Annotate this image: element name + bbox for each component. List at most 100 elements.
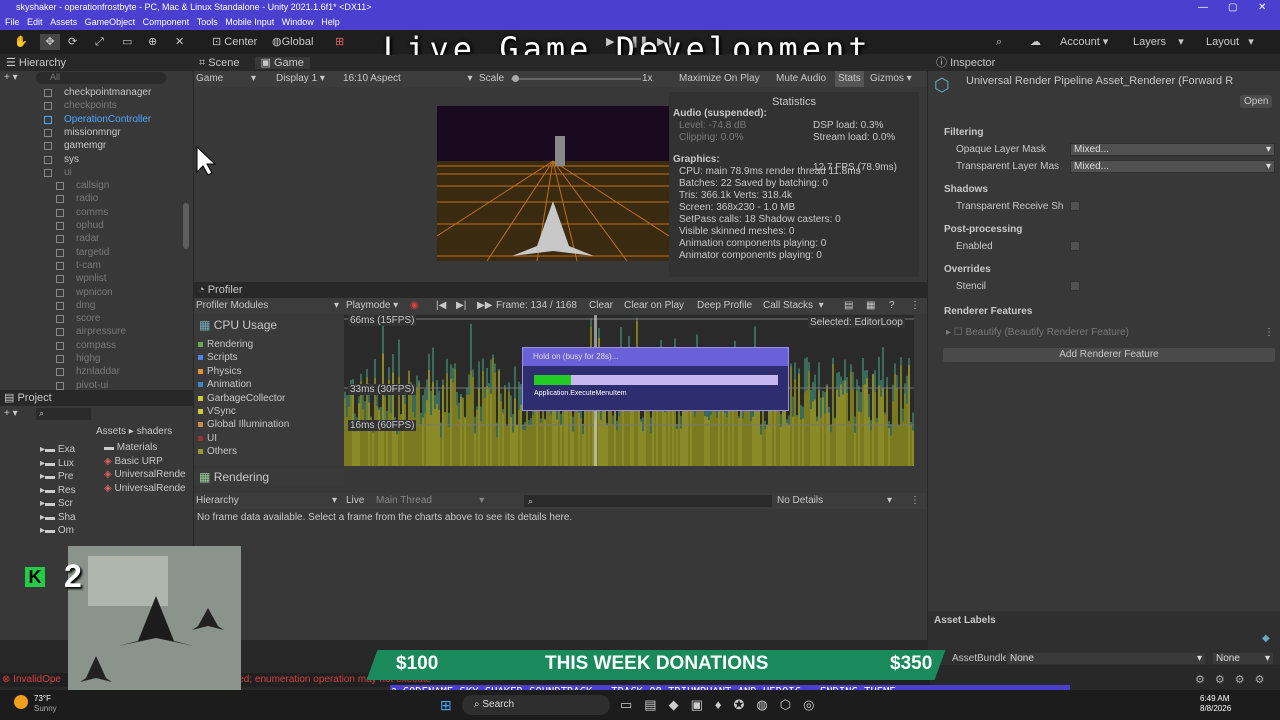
variant-dropdown[interactable]: None ▾ bbox=[1212, 652, 1274, 665]
menu-help[interactable]: Help bbox=[321, 17, 340, 27]
stats-toggle[interactable]: Stats bbox=[835, 71, 864, 87]
module-color-swatch[interactable] bbox=[198, 368, 203, 374]
gizmos-dropdown[interactable]: Gizmos ▾ bbox=[870, 71, 912, 87]
rotate-tool-icon[interactable]: ⟳ bbox=[68, 34, 77, 50]
scale-slider[interactable] bbox=[511, 78, 641, 80]
hierarchy-scrollbar[interactable] bbox=[183, 203, 189, 249]
module-color-swatch[interactable] bbox=[198, 435, 203, 441]
hierarchy-item[interactable]: checkpoints bbox=[64, 100, 117, 111]
project-folder-item[interactable]: ▸▬ Om bbox=[40, 525, 74, 536]
hierarchy-item[interactable]: compass bbox=[76, 340, 116, 351]
details-dropdown[interactable]: No Details bbox=[777, 493, 823, 509]
add-renderer-feature-button[interactable]: Add Renderer Feature bbox=[943, 348, 1275, 362]
hierarchy-item[interactable]: checkpointmanager bbox=[64, 87, 151, 98]
open-button[interactable]: Open bbox=[1240, 95, 1273, 108]
start-windows-icon[interactable]: ⊞ bbox=[440, 697, 452, 714]
game-render-view[interactable] bbox=[437, 106, 669, 261]
record-icon[interactable]: ◉ bbox=[410, 298, 419, 314]
menu-assets[interactable]: Assets bbox=[50, 17, 77, 27]
save-icon[interactable]: ▦ bbox=[866, 298, 875, 314]
module-color-swatch[interactable] bbox=[198, 382, 203, 388]
project-file-item[interactable]: ◈ Basic URP bbox=[104, 456, 163, 467]
deep-profile-toggle[interactable]: Deep Profile bbox=[697, 298, 752, 314]
module-color-swatch[interactable] bbox=[198, 449, 203, 455]
project-search-input[interactable]: ⌕ bbox=[36, 408, 91, 420]
pivot-center-button[interactable]: ⊡ Center bbox=[212, 34, 257, 50]
project-folder-item[interactable]: ▸▬ Res bbox=[40, 485, 76, 496]
profiler-modules-arrow-icon[interactable]: ▾ bbox=[334, 298, 339, 314]
current-frame-icon[interactable]: ▶▶ bbox=[477, 298, 492, 314]
menu-file[interactable]: File bbox=[5, 17, 20, 27]
layers-dropdown[interactable]: Layers ▾ bbox=[1133, 34, 1184, 50]
weather-condition[interactable]: Sunny bbox=[34, 704, 57, 713]
custom-tool-icon[interactable]: ✕ bbox=[175, 34, 184, 50]
mute-audio-toggle[interactable]: Mute Audio bbox=[776, 71, 826, 87]
project-folder-item[interactable]: ▸▬ Pre bbox=[40, 471, 73, 482]
clock-date[interactable]: 8/8/2026 bbox=[1200, 704, 1231, 713]
clear-button[interactable]: Clear bbox=[589, 298, 613, 314]
project-add-button[interactable]: + ▾ bbox=[4, 408, 18, 419]
transparent-mask-dropdown[interactable]: Mixed... ▾ bbox=[1070, 160, 1275, 173]
clock-time[interactable]: 6:49 AM bbox=[1200, 694, 1229, 703]
thread-dropdown[interactable]: Main Thread ▾ bbox=[376, 493, 484, 509]
hierarchy-item[interactable]: ophud bbox=[76, 220, 104, 231]
hierarchy-item[interactable]: t-cam bbox=[76, 260, 101, 271]
beautify-feature[interactable]: ▸ ☐ Beautify (Beautify Renderer Feature) bbox=[946, 327, 1129, 338]
taskbar-app-icons[interactable]: ▭▤◆▣♦✪◍⬡◎ bbox=[620, 697, 826, 713]
profiler-module-item[interactable]: Scripts bbox=[198, 352, 238, 363]
hierarchy-item[interactable]: comms bbox=[76, 207, 108, 218]
module-color-swatch[interactable] bbox=[198, 342, 203, 347]
game-mode-dropdown[interactable]: Game ▾ bbox=[196, 71, 256, 87]
maximize-icon[interactable]: ▢ bbox=[1228, 0, 1237, 15]
hierarchy-item[interactable]: missionmngr bbox=[64, 127, 121, 138]
breadcrumb-shaders[interactable]: shaders bbox=[137, 426, 173, 437]
opaque-mask-dropdown[interactable]: Mixed... ▾ bbox=[1070, 143, 1275, 156]
view-dropdown-arrow-icon[interactable]: ▾ bbox=[332, 493, 337, 509]
project-file-item[interactable]: ▬ Materials bbox=[104, 442, 157, 453]
scale-slider-handle[interactable] bbox=[512, 75, 519, 82]
prev-frame-icon[interactable]: |◀ bbox=[436, 298, 446, 314]
profiler-module-item[interactable]: Others bbox=[198, 446, 237, 457]
weather-temp[interactable]: 73°F bbox=[34, 694, 51, 703]
search-icon[interactable]: ⌕ bbox=[996, 34, 1002, 50]
project-folder-item[interactable]: ▸▬ Exa bbox=[40, 444, 75, 455]
menu-edit[interactable]: Edit bbox=[27, 17, 43, 27]
details-search-input[interactable]: ⌕ bbox=[524, 495, 772, 507]
hierarchy-search-input[interactable]: All bbox=[36, 72, 166, 84]
project-folder-item[interactable]: ▸▬ Scr bbox=[40, 498, 73, 509]
add-object-button[interactable]: + ▾ bbox=[4, 72, 18, 83]
breadcrumb-assets[interactable]: Assets bbox=[96, 426, 126, 437]
next-frame-icon[interactable]: ▶| bbox=[456, 298, 466, 314]
project-tab[interactable]: ▤ Project bbox=[0, 390, 193, 406]
profiler-module-item[interactable]: Animation bbox=[198, 379, 251, 390]
live-toggle[interactable]: Live bbox=[346, 493, 364, 509]
hierarchy-item[interactable]: wpnicon bbox=[76, 287, 113, 298]
module-color-swatch[interactable] bbox=[198, 355, 203, 361]
project-file-item[interactable]: ◈ UniversalRende bbox=[104, 483, 186, 494]
module-color-swatch[interactable] bbox=[198, 395, 203, 401]
profiler-module-item[interactable]: GarbageCollector bbox=[198, 393, 285, 404]
hierarchy-item[interactable]: radio bbox=[76, 193, 98, 204]
rendering-module-title[interactable]: ▦ Rendering bbox=[194, 468, 344, 486]
hierarchy-item[interactable]: radar bbox=[76, 233, 99, 244]
profiler-module-item[interactable]: UI bbox=[198, 433, 217, 444]
details-options-icon[interactable]: ⋮ bbox=[910, 493, 920, 509]
tab-game[interactable]: ▣ Game bbox=[254, 57, 310, 69]
load-icon[interactable]: ▤ bbox=[844, 298, 853, 314]
hierarchy-item[interactable]: gamemgr bbox=[64, 140, 106, 151]
status-icons[interactable]: ⚙⚙⚙⚙ bbox=[1195, 673, 1274, 686]
tab-scene[interactable]: ⌗ Scene bbox=[199, 57, 239, 69]
account-dropdown[interactable]: Account ▾ bbox=[1060, 34, 1108, 50]
scale-tool-icon[interactable]: ⤢ bbox=[95, 34, 104, 50]
pivot-global-button[interactable]: ◍Global bbox=[272, 34, 313, 50]
details-dropdown-arrow-icon[interactable]: ▾ bbox=[887, 493, 892, 509]
aspect-dropdown[interactable]: 16:10 Aspect ▾ bbox=[343, 71, 473, 87]
hierarchy-item[interactable]: OperationController bbox=[64, 114, 151, 125]
hierarchy-item[interactable]: score bbox=[76, 313, 100, 324]
grid-snap-icon[interactable]: ⊞ bbox=[335, 34, 344, 50]
cpu-usage-title[interactable]: ▦ CPU Usage bbox=[194, 315, 344, 335]
maximize-on-play-toggle[interactable]: Maximize On Play bbox=[679, 71, 760, 87]
menu-component[interactable]: Component bbox=[143, 17, 190, 27]
menu-window[interactable]: Window bbox=[282, 17, 314, 27]
menu-gameobject[interactable]: GameObject bbox=[85, 17, 136, 27]
